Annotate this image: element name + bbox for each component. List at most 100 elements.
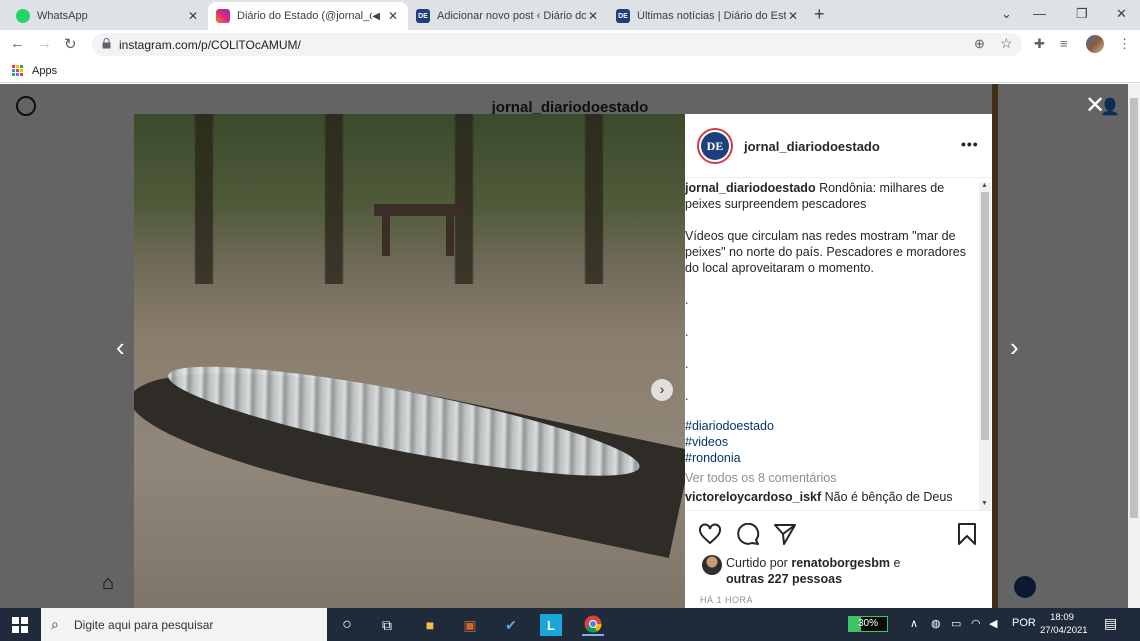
extensions-icon[interactable]: ✚ [1034, 36, 1045, 52]
author-username[interactable]: jornal_diariodoestado [744, 139, 880, 154]
menu-icon[interactable]: ⋮ [1118, 36, 1131, 52]
liked-by-user[interactable]: renatoborgesbm [791, 556, 890, 570]
caption-body: Vídeos que circulam nas redes mostram "m… [685, 229, 966, 275]
volume-icon[interactable]: ◀ [989, 617, 997, 630]
forward-icon[interactable]: → [37, 35, 52, 52]
back-icon[interactable]: ← [10, 35, 25, 52]
scroll-down-icon[interactable]: ▼ [981, 500, 988, 507]
comment-icon[interactable] [736, 523, 760, 545]
video-background-trees [134, 114, 685, 284]
hashtag-link[interactable]: #diariodoestado [685, 418, 977, 434]
liked-by-others[interactable]: outras 227 pessoas [726, 572, 842, 586]
battery-percent: 30% [857, 618, 878, 629]
close-tab-icon[interactable]: ✕ [386, 9, 400, 23]
hashtag-link[interactable]: #rondonia [685, 450, 977, 466]
restore-button[interactable]: ❐ [1076, 6, 1088, 22]
like-heart-icon[interactable] [698, 523, 722, 545]
notifications-icon[interactable]: ▤ [1104, 615, 1117, 632]
taskbar-search-box[interactable]: ⌕ Digite aqui para pesquisar [41, 608, 327, 641]
comment: victoreloycardoso_iskf Não é bênção de D… [685, 489, 977, 505]
show-hidden-icons[interactable]: ∧ [910, 617, 918, 630]
next-post-icon[interactable]: › [1010, 332, 1019, 363]
battery-indicator[interactable]: 30% [848, 616, 888, 632]
cortana-icon[interactable]: ○ [336, 614, 358, 636]
close-modal-icon[interactable]: ✕ [1085, 94, 1105, 118]
caption-username[interactable]: jornal_diariodoestado [685, 181, 816, 195]
zoom-icon[interactable]: ⊕ [974, 36, 985, 52]
comment-username[interactable]: victoreloycardoso_iskf [685, 490, 821, 504]
previous-post-icon[interactable]: ‹ [116, 332, 125, 363]
wifi-icon[interactable]: ◠ [971, 617, 981, 630]
microsoft-store-icon[interactable]: ▣ [459, 614, 481, 636]
view-all-comments-link[interactable]: Ver todos os 8 comentários [685, 470, 977, 486]
instagram-icon [216, 9, 230, 23]
more-options-icon[interactable]: ••• [961, 136, 979, 152]
video-table [374, 204, 464, 256]
l-app-icon[interactable]: L [540, 614, 562, 636]
likes-summary: Curtido por renatoborgesbm e outras 227 … [726, 555, 976, 587]
windows-taskbar: ⌕ Digite aqui para pesquisar ○ ⧉ ■ ▣ ✔ L… [0, 608, 1140, 641]
tab-title: WhatsApp [37, 10, 88, 22]
tab-whatsapp[interactable]: WhatsApp ✕ [8, 2, 208, 30]
profile-avatar[interactable] [1086, 35, 1104, 53]
minimize-button[interactable]: — [1033, 6, 1046, 21]
media-next-icon[interactable]: › [651, 379, 673, 401]
instagram-page: jornal_diariodoestado 👤 ⌂ ✕ ‹ › › DE jor… [0, 84, 1140, 608]
liked-by-prefix: Curtido por [726, 556, 788, 570]
liker-avatar[interactable] [702, 555, 722, 575]
file-explorer-icon[interactable]: ■ [419, 614, 441, 636]
teams-check-icon[interactable]: ✔ [500, 614, 522, 636]
comment-text: Não é bênção de Deus [824, 490, 953, 504]
tab-title: Diário do Estado (@jornal_di [237, 10, 373, 22]
bookmarks-bar: Apps [0, 59, 1140, 83]
close-tab-icon[interactable]: ✕ [586, 9, 600, 23]
reload-icon[interactable]: ↻ [64, 35, 77, 53]
save-bookmark-icon[interactable] [957, 523, 977, 545]
bookmark-star-icon[interactable]: ☆ [1000, 35, 1013, 52]
clock-date: 27/04/2021 [1040, 625, 1088, 636]
close-tab-icon[interactable]: ✕ [186, 9, 200, 23]
chrome-icon[interactable] [582, 614, 604, 636]
tab-adicionar-post[interactable]: DE Adicionar novo post ‹ Diário do E ✕ [408, 2, 608, 30]
lock-icon [102, 38, 111, 49]
caption: jornal_diariodoestado Rondônia: milhares… [685, 180, 977, 212]
url-text: instagram.com/p/COLlTOcAMUM/ [119, 38, 301, 52]
new-tab-button[interactable]: + [814, 4, 825, 25]
tab-instagram[interactable]: Diário do Estado (@jornal_di ◀︎ ✕ [208, 2, 408, 30]
liked-by-and: e [893, 556, 901, 570]
language-indicator[interactable]: POR [1012, 617, 1036, 629]
chrome-logo [584, 615, 602, 633]
close-window-button[interactable]: ✕ [1116, 6, 1127, 22]
media-control-icon[interactable]: ≡ [1060, 36, 1068, 51]
page-scrollbar[interactable] [1128, 84, 1140, 608]
speaker-icon[interactable]: ◀︎ [372, 11, 380, 22]
comments-scrollbar[interactable]: ▲ ▼ [979, 182, 991, 510]
battery-icon[interactable]: ▭ [951, 617, 961, 630]
clock[interactable]: 18:09 27/04/2021 [1040, 611, 1088, 637]
share-icon[interactable] [773, 523, 797, 545]
post-timestamp[interactable]: HÁ 1 HORA [700, 595, 753, 605]
post-header: DE jornal_diariodoestado ••• [685, 114, 992, 178]
tab-strip: WhatsApp ✕ Diário do Estado (@jornal_di … [0, 0, 1140, 30]
windows-start-icon[interactable] [12, 617, 28, 633]
diario-do-estado-icon: DE [416, 9, 430, 23]
address-bar[interactable]: instagram.com/p/COLlTOcAMUM/ ⊕ ☆ [92, 33, 1022, 56]
close-tab-icon[interactable]: ✕ [786, 9, 800, 23]
scroll-up-icon[interactable]: ▲ [981, 182, 988, 189]
tab-search-icon[interactable]: ⌄ [1001, 6, 1012, 22]
avatar-logo-text: DE [701, 132, 729, 160]
tab-title: Últimas notícias | Diário do Estad [637, 10, 786, 22]
post-video[interactable]: › [134, 114, 685, 608]
author-avatar[interactable]: DE [697, 128, 733, 164]
tab-ultimas-noticias[interactable]: DE Últimas notícias | Diário do Estad ✕ [608, 2, 808, 30]
microphone-icon[interactable]: ◍ [931, 617, 941, 630]
hashtag-link[interactable]: #videos [685, 434, 977, 450]
comments-area: jornal_diariodoestado Rondônia: milhares… [685, 178, 992, 508]
whatsapp-icon [16, 9, 30, 23]
post-sidebar: DE jornal_diariodoestado ••• jornal_diar… [685, 114, 992, 608]
caption-dot: . [685, 293, 689, 307]
apps-icon[interactable] [12, 65, 23, 76]
apps-bookmark[interactable]: Apps [32, 65, 57, 77]
task-view-icon[interactable]: ⧉ [376, 614, 398, 636]
post-actions: Curtido por renatoborgesbm e outras 227 … [685, 510, 992, 608]
